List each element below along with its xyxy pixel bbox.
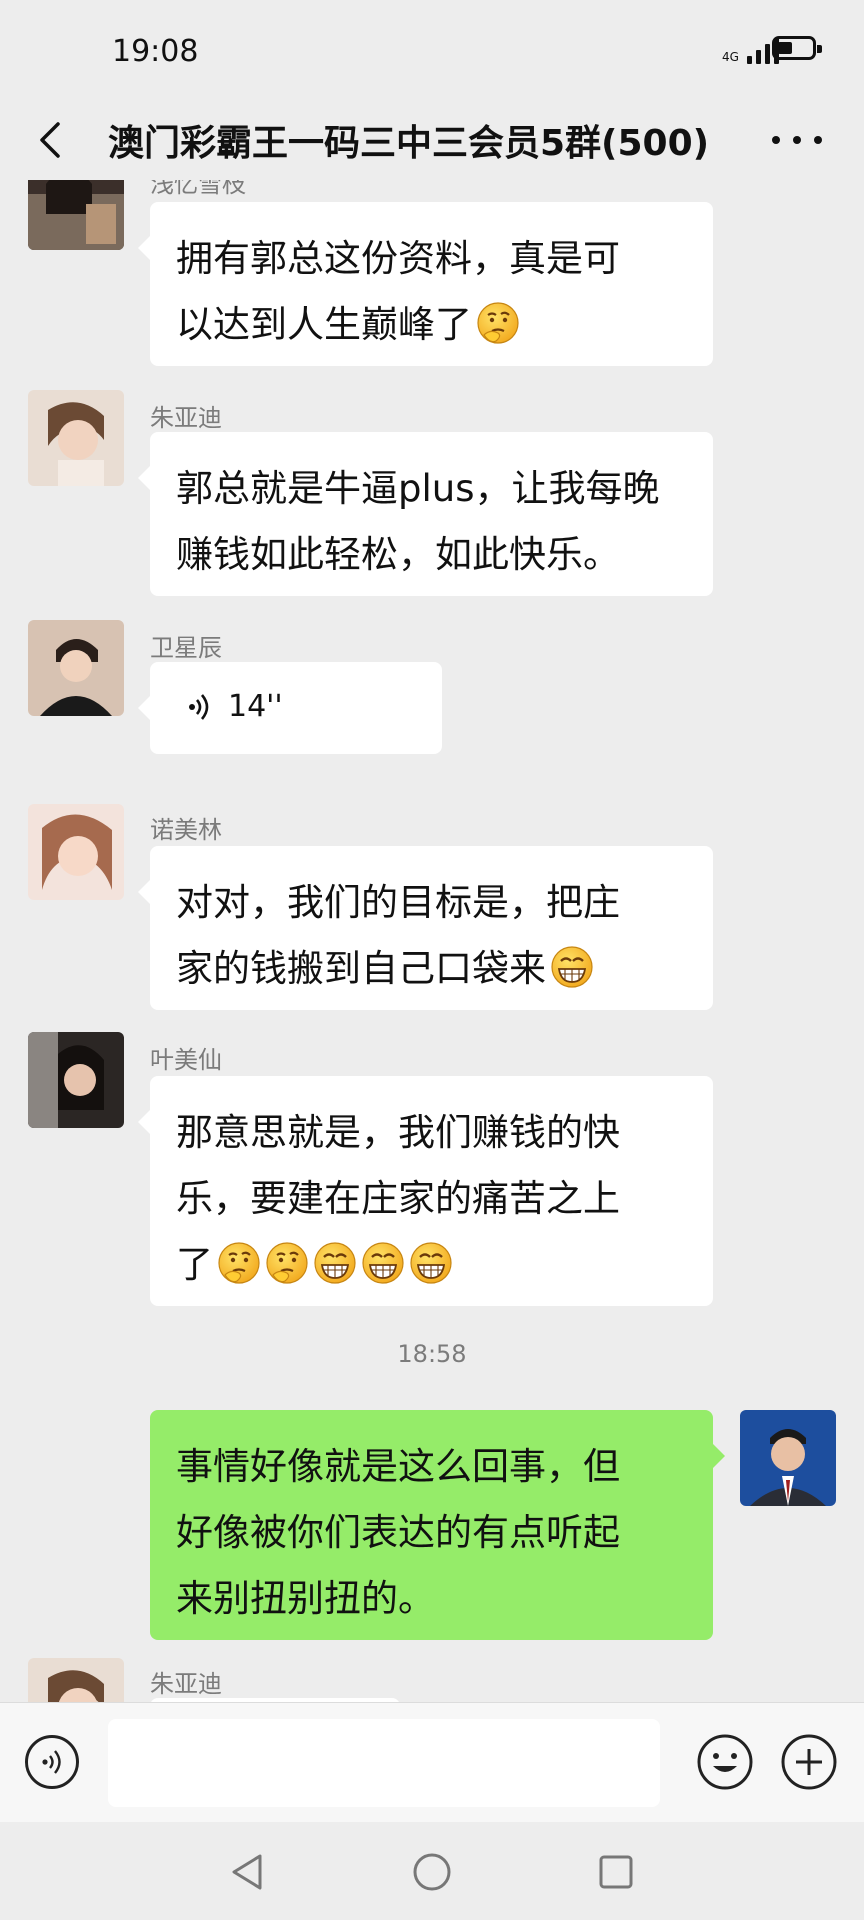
avatar[interactable] — [28, 180, 124, 250]
chat-title: 澳门彩霸王一码三中三会员5群(500) — [108, 123, 710, 164]
clock: 19:08 — [112, 34, 199, 69]
avatar[interactable] — [28, 390, 124, 486]
input-bar — [0, 1702, 864, 1822]
voice-wave-icon — [189, 694, 209, 720]
triangle-back-icon — [232, 1854, 262, 1890]
grinning-face-icon — [313, 1241, 357, 1285]
avatar[interactable] — [28, 804, 124, 900]
system-nav-bar — [0, 1822, 864, 1920]
voice-wave-icon — [42, 1750, 61, 1774]
square-recents-icon — [599, 1855, 633, 1889]
message-bubble[interactable]: 对对，我们的目标是，把庄 家的钱搬到自己口袋来 — [138, 846, 713, 1010]
nav-home-button[interactable] — [410, 1850, 454, 1894]
message-bubble[interactable]: 那意思就是，我们赚钱的快 乐，要建在庄家的痛苦之上 了 — [138, 1076, 713, 1306]
sender-name: 诺美林 — [150, 816, 222, 844]
my-avatar[interactable] — [740, 1410, 836, 1506]
circle-home-icon — [413, 1853, 451, 1891]
message-bubble[interactable]: 拥有郭总这份资料，真是可 以达到人生巅峰了 — [138, 202, 713, 366]
timestamp: 18:58 — [397, 1340, 467, 1368]
emoji-button[interactable] — [696, 1733, 754, 1791]
more-options-button[interactable] — [772, 118, 822, 162]
sender-name: 朱亚迪 — [150, 404, 222, 432]
network-type: 4G — [722, 50, 739, 64]
sender-name: 朱亚迪 — [150, 1670, 222, 1698]
chevron-left-icon — [40, 122, 60, 158]
voice-input-button[interactable] — [25, 1735, 79, 1789]
nav-back-button[interactable] — [226, 1850, 270, 1894]
sender-name: 浅忆雪枝 — [150, 180, 246, 198]
grinning-face-icon — [550, 945, 594, 989]
avatar[interactable] — [28, 1032, 124, 1128]
chat-header: 澳门彩霸王一码三中三会员5群(500) — [0, 100, 864, 180]
smiley-icon — [697, 1734, 753, 1790]
more-functions-button[interactable] — [780, 1733, 838, 1791]
message-input[interactable] — [108, 1719, 660, 1807]
my-message-bubble[interactable]: 事情好像就是这么回事，但 好像被你们表达的有点听起 来别扭别扭的。 — [150, 1410, 725, 1640]
back-button[interactable] — [32, 118, 72, 162]
signal-icon: 4G — [722, 34, 779, 64]
battery-icon — [772, 36, 822, 60]
plus-icon — [781, 1734, 837, 1790]
avatar[interactable] — [28, 1658, 124, 1702]
avatar[interactable] — [28, 620, 124, 716]
grinning-face-icon — [409, 1241, 453, 1285]
nav-recents-button[interactable] — [594, 1850, 638, 1894]
voice-message-bubble[interactable]: 14'' — [138, 662, 442, 754]
status-bar: 19:08 4G — [0, 0, 864, 100]
voice-duration: 14'' — [228, 689, 283, 724]
thinking-face-icon — [265, 1241, 309, 1285]
sender-name: 卫星辰 — [150, 634, 222, 662]
thinking-face-icon — [476, 301, 520, 345]
message-bubble[interactable]: 郭总就是牛逼plus，让我每晚 赚钱如此轻松，如此快乐。 — [138, 432, 713, 596]
sender-name: 叶美仙 — [150, 1046, 222, 1074]
thinking-face-icon — [217, 1241, 261, 1285]
grinning-face-icon — [361, 1241, 405, 1285]
message-list[interactable]: 浅忆雪枝 拥有郭总这份资料，真是可 以达到人生巅峰了 朱亚迪 郭总就是牛逼plu… — [0, 180, 864, 1702]
